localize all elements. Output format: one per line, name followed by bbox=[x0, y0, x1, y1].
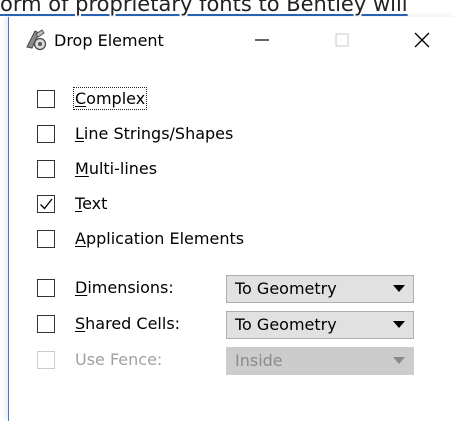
shared-cells-mnemonic: S bbox=[75, 314, 86, 333]
dimensions-dropdown[interactable]: To Geometry bbox=[226, 275, 414, 303]
drop-element-icon bbox=[26, 29, 47, 51]
application-elements-mnemonic: A bbox=[75, 229, 86, 248]
triangle-down-icon bbox=[393, 285, 405, 292]
use-fence-dropdown: Inside bbox=[226, 347, 414, 375]
shared-cells-dropdown-value: To Geometry bbox=[235, 315, 337, 334]
close-icon bbox=[414, 32, 430, 48]
title-bar[interactable]: Drop Element bbox=[9, 17, 454, 65]
complex-label: Complex bbox=[72, 87, 148, 110]
text-cursor-icon bbox=[121, 415, 129, 417]
dimensions-dropdown-value: To Geometry bbox=[235, 279, 337, 298]
triangle-down-icon bbox=[393, 321, 405, 328]
dimensions-label-rest: imensions: bbox=[87, 278, 174, 297]
maximize-icon bbox=[335, 33, 349, 47]
close-button[interactable] bbox=[395, 17, 449, 63]
shared-cells-checkbox[interactable] bbox=[37, 315, 55, 333]
maximize-button[interactable] bbox=[315, 17, 369, 63]
option-application-elements[interactable]: Application Elements bbox=[9, 223, 454, 257]
multi-lines-mnemonic: M bbox=[75, 159, 89, 178]
option-text[interactable]: Text bbox=[9, 188, 454, 222]
text-checkbox[interactable] bbox=[37, 195, 55, 213]
multi-lines-label-rest: ulti-lines bbox=[88, 159, 158, 178]
dimensions-label: Dimensions: bbox=[75, 278, 174, 297]
shared-cells-dropdown[interactable]: To Geometry bbox=[226, 311, 414, 339]
triangle-down-icon bbox=[393, 357, 405, 364]
shared-cells-label: Shared Cells: bbox=[75, 314, 180, 333]
complex-mnemonic: C bbox=[75, 89, 87, 108]
line-strings-label: Line Strings/Shapes bbox=[75, 124, 233, 143]
option-complex[interactable]: Complex bbox=[9, 83, 454, 117]
window-title: Drop Element bbox=[54, 31, 164, 50]
text-mnemonic: T bbox=[75, 194, 83, 213]
minimize-icon bbox=[255, 39, 269, 41]
complex-label-rest: omplex bbox=[86, 89, 146, 108]
option-line-strings[interactable]: Line Strings/Shapes bbox=[9, 118, 454, 152]
use-fence-dropdown-value: Inside bbox=[235, 351, 283, 370]
shared-cells-label-rest: hared Cells: bbox=[85, 314, 181, 333]
dimensions-checkbox[interactable] bbox=[37, 279, 55, 297]
application-elements-label: Application Elements bbox=[75, 229, 244, 248]
option-dimensions[interactable]: Dimensions: To Geometry bbox=[9, 272, 454, 306]
use-fence-checkbox bbox=[37, 351, 55, 369]
screen: orm of proprietary fonts to Bentley will… bbox=[0, 0, 454, 421]
drop-element-dialog: Drop Element Complex Line Strings/Shapes… bbox=[8, 17, 454, 421]
minimize-button[interactable] bbox=[235, 17, 289, 63]
check-icon bbox=[40, 198, 53, 210]
option-use-fence: Use Fence: Inside bbox=[9, 344, 454, 378]
text-label-rest: ext bbox=[82, 194, 108, 213]
option-shared-cells[interactable]: Shared Cells: To Geometry bbox=[9, 308, 454, 342]
application-elements-checkbox[interactable] bbox=[37, 230, 55, 248]
line-strings-checkbox[interactable] bbox=[37, 125, 55, 143]
complex-checkbox[interactable] bbox=[37, 90, 55, 108]
option-multi-lines[interactable]: Multi-lines bbox=[9, 153, 454, 187]
text-label: Text bbox=[75, 194, 107, 213]
line-strings-mnemonic: L bbox=[75, 124, 84, 143]
multi-lines-checkbox[interactable] bbox=[37, 160, 55, 178]
dimensions-mnemonic: D bbox=[75, 278, 88, 297]
multi-lines-label: Multi-lines bbox=[75, 159, 157, 178]
use-fence-label: Use Fence: bbox=[75, 350, 163, 369]
line-strings-label-rest: ine Strings/Shapes bbox=[83, 124, 234, 143]
application-elements-label-rest: pplication Elements bbox=[85, 229, 245, 248]
background-document-text: orm of proprietary fonts to Bentley will bbox=[0, 0, 408, 16]
